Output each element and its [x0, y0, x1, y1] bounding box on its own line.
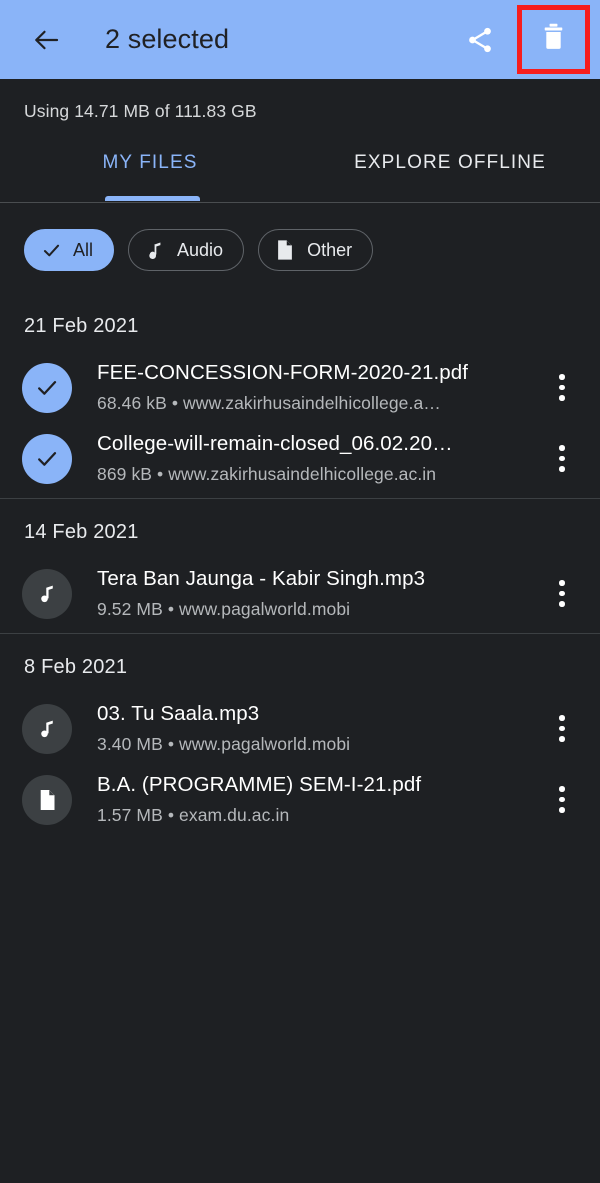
- filter-chip-row: All Audio Other: [0, 203, 600, 271]
- file-meta: 3.40 MB • www.pagalworld.mobi: [97, 734, 351, 754]
- tab-explore-offline-label: EXPLORE OFFLINE: [354, 152, 546, 173]
- app-bar: 2 selected: [0, 0, 600, 79]
- document-icon: [40, 789, 54, 810]
- more-vert-icon[interactable]: [540, 570, 584, 618]
- file-text-block: 03. Tu Saala.mp3 3.40 MB • www.pagalworl…: [97, 702, 540, 755]
- share-icon[interactable]: [456, 16, 504, 64]
- page-title: 2 selected: [105, 24, 230, 54]
- more-vert-icon[interactable]: [540, 435, 584, 483]
- file-name: College-will-remain-closed_06.02.20…: [97, 432, 453, 455]
- file-name: Tera Ban Jaunga - Kabir Singh.mp3: [97, 567, 426, 590]
- date-header: 14 Feb 2021: [24, 521, 139, 543]
- file-selected-checkbox[interactable]: [22, 362, 72, 413]
- chip-all-label: All: [73, 239, 94, 260]
- delete-button[interactable]: [517, 5, 590, 74]
- more-vert-icon[interactable]: [540, 776, 584, 824]
- tab-my-files[interactable]: MY FILES: [0, 148, 300, 196]
- check-icon: [40, 239, 62, 261]
- file-list-item[interactable]: B.A. (PROGRAMME) SEM-I-21.pdf 1.57 MB • …: [0, 764, 600, 835]
- file-text-block: Tera Ban Jaunga - Kabir Singh.mp3 9.52 M…: [97, 567, 540, 620]
- chip-all[interactable]: All: [24, 229, 115, 271]
- tab-active-indicator: [105, 196, 200, 201]
- file-meta: 869 kB • www.zakirhusaindelhicollege.ac.…: [97, 464, 437, 484]
- document-icon: [274, 239, 296, 261]
- file-list-item[interactable]: College-will-remain-closed_06.02.20… 869…: [0, 423, 600, 494]
- file-text-block: B.A. (PROGRAMME) SEM-I-21.pdf 1.57 MB • …: [97, 773, 540, 826]
- trash-icon: [540, 22, 567, 57]
- tab-bar: MY FILES EXPLORE OFFLINE: [0, 148, 600, 196]
- file-name: 03. Tu Saala.mp3: [97, 702, 260, 725]
- date-section: 14 Feb 2021 Tera Ban Jaunga - Kabir Sing…: [0, 498, 600, 633]
- back-arrow-icon[interactable]: [30, 23, 64, 57]
- file-text-block: FEE-CONCESSION-FORM-2020-21.pdf 68.46 kB…: [97, 361, 540, 414]
- file-type-avatar[interactable]: [22, 568, 72, 619]
- date-section: 8 Feb 2021 03. Tu Saala.mp3 3.40 MB • ww…: [0, 633, 600, 839]
- file-type-avatar[interactable]: [22, 703, 72, 754]
- file-meta: 68.46 kB • www.zakirhusaindelhicollege.a…: [97, 393, 441, 413]
- file-list-item[interactable]: FEE-CONCESSION-FORM-2020-21.pdf 68.46 kB…: [0, 352, 600, 423]
- tab-my-files-label: MY FILES: [102, 152, 198, 173]
- file-name: B.A. (PROGRAMME) SEM-I-21.pdf: [97, 773, 422, 796]
- storage-usage-text: Using 14.71 MB of 111.83 GB: [24, 101, 257, 121]
- file-selected-checkbox[interactable]: [22, 433, 72, 484]
- tab-underline-strip: [0, 196, 600, 203]
- music-note-icon: [144, 239, 166, 261]
- more-vert-icon[interactable]: [540, 705, 584, 753]
- music-note-icon: [41, 720, 53, 737]
- file-name: FEE-CONCESSION-FORM-2020-21.pdf: [97, 361, 469, 384]
- app-bar-actions: [456, 0, 600, 79]
- tab-explore-offline[interactable]: EXPLORE OFFLINE: [300, 148, 600, 196]
- chip-audio[interactable]: Audio: [128, 229, 245, 271]
- more-vert-icon[interactable]: [540, 364, 584, 412]
- chip-other[interactable]: Other: [258, 229, 374, 271]
- check-icon: [38, 380, 57, 395]
- date-section: 21 Feb 2021 FEE-CONCESSION-FORM-2020-21.…: [0, 293, 600, 498]
- file-text-block: College-will-remain-closed_06.02.20… 869…: [97, 432, 540, 485]
- file-list: 21 Feb 2021 FEE-CONCESSION-FORM-2020-21.…: [0, 293, 600, 839]
- chip-other-label: Other: [307, 239, 353, 260]
- file-list-item[interactable]: Tera Ban Jaunga - Kabir Singh.mp3 9.52 M…: [0, 558, 600, 629]
- file-type-avatar[interactable]: [22, 774, 72, 825]
- check-icon: [38, 451, 57, 466]
- file-list-item[interactable]: 03. Tu Saala.mp3 3.40 MB • www.pagalworl…: [0, 693, 600, 764]
- file-meta: 9.52 MB • www.pagalworld.mobi: [97, 599, 351, 619]
- chip-audio-label: Audio: [177, 239, 224, 260]
- file-meta: 1.57 MB • exam.du.ac.in: [97, 805, 290, 825]
- date-header: 21 Feb 2021: [24, 315, 139, 337]
- music-note-icon: [41, 585, 53, 602]
- date-header: 8 Feb 2021: [24, 656, 128, 678]
